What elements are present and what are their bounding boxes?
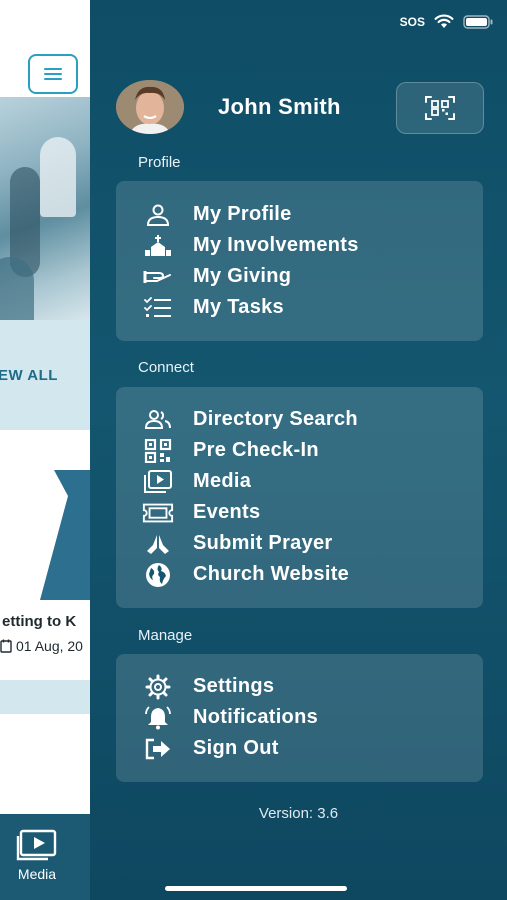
media-play-icon [142,469,174,495]
user-name: John Smith [218,94,341,119]
sign-out-icon [142,736,174,762]
menu-item-label: Events [193,501,261,523]
menu-item-label: Submit Prayer [193,532,333,554]
menu-item-label: Church Website [193,563,350,585]
menu-item-my-involvements[interactable]: My Involvements [116,230,483,261]
menu-item-notifications[interactable]: Notifications [116,702,483,733]
menu-item-label: My Giving [193,265,292,287]
menu-item-media[interactable]: Media [116,466,483,497]
qr-code-icon [142,438,174,464]
menu-item-my-profile[interactable]: My Profile [116,199,483,230]
menu-item-pre-check-in[interactable]: Pre Check-In [116,435,483,466]
side-drawer: SOS John Smith Profile My Profile My Inv… [90,0,507,900]
section-label-connect: Connect [138,359,194,376]
section-label-profile: Profile [138,154,181,171]
qr-scan-icon [425,96,455,120]
avatar[interactable] [116,80,184,134]
menu-item-events[interactable]: Events [116,497,483,528]
menu-item-church-website[interactable]: Church Website [116,559,483,590]
background-header [0,0,90,97]
wifi-icon [434,14,454,28]
event-card-title: etting to K [2,613,77,630]
menu-item-label: My Tasks [193,296,284,318]
profile-panel: My Profile My Involvements My Giving My … [116,181,483,341]
avatar-photo [116,80,184,134]
person-icon [142,202,174,228]
background-separator [0,680,90,714]
praying-hands-icon [142,531,174,557]
menu-item-my-tasks[interactable]: My Tasks [116,292,483,323]
qr-code-button[interactable] [396,82,484,134]
event-card-date-text: 01 Aug, 20 [16,638,83,654]
menu-item-label: Notifications [193,706,319,728]
bell-icon [142,705,174,731]
menu-item-label: Settings [193,675,275,697]
globe-icon [142,562,174,588]
menu-item-label: Directory Search [193,408,358,430]
tab-bar: Media [0,814,90,900]
manage-panel: Settings Notifications Sign Out [116,654,483,782]
task-list-icon [142,295,174,321]
background-app: EW ALL etting to K 01 Aug, 20 Media [0,0,90,900]
gear-icon [142,674,174,700]
version-text: Version: 3.6 [258,805,339,822]
calendar-icon [0,639,12,653]
menu-item-directory-search[interactable]: Directory Search [116,404,483,435]
media-icon [16,829,57,861]
menu-item-label: Pre Check-In [193,439,319,461]
battery-icon [463,14,493,29]
event-card-date: 01 Aug, 20 [0,638,83,654]
event-card[interactable]: etting to K 01 Aug, 20 [0,430,90,680]
status-bar: SOS [400,14,493,29]
menu-item-sign-out[interactable]: Sign Out [116,733,483,764]
ticket-icon [142,500,174,526]
hamburger-menu-button[interactable] [28,54,78,94]
menu-item-label: Media [193,470,252,492]
menu-item-label: Sign Out [193,737,279,759]
section-label-manage: Manage [138,627,193,644]
tab-media-label: Media [17,866,57,882]
menu-item-label: My Involvements [193,234,359,256]
view-all-band: EW ALL [0,320,90,430]
event-card-graphic [40,470,90,600]
menu-item-my-giving[interactable]: My Giving [116,261,483,292]
menu-item-settings[interactable]: Settings [116,671,483,702]
connect-panel: Directory Search Pre Check-In Media Even… [116,387,483,608]
hero-image [0,97,90,377]
church-icon [142,233,174,259]
view-all-link[interactable]: EW ALL [0,367,58,384]
giving-hand-icon [142,264,174,290]
carrier-text: SOS [399,14,425,29]
home-indicator[interactable] [165,886,347,891]
menu-item-label: My Profile [193,203,292,225]
tab-media[interactable]: Media [0,828,74,882]
menu-item-submit-prayer[interactable]: Submit Prayer [116,528,483,559]
people-icon [142,407,174,433]
hamburger-icon [44,68,62,80]
